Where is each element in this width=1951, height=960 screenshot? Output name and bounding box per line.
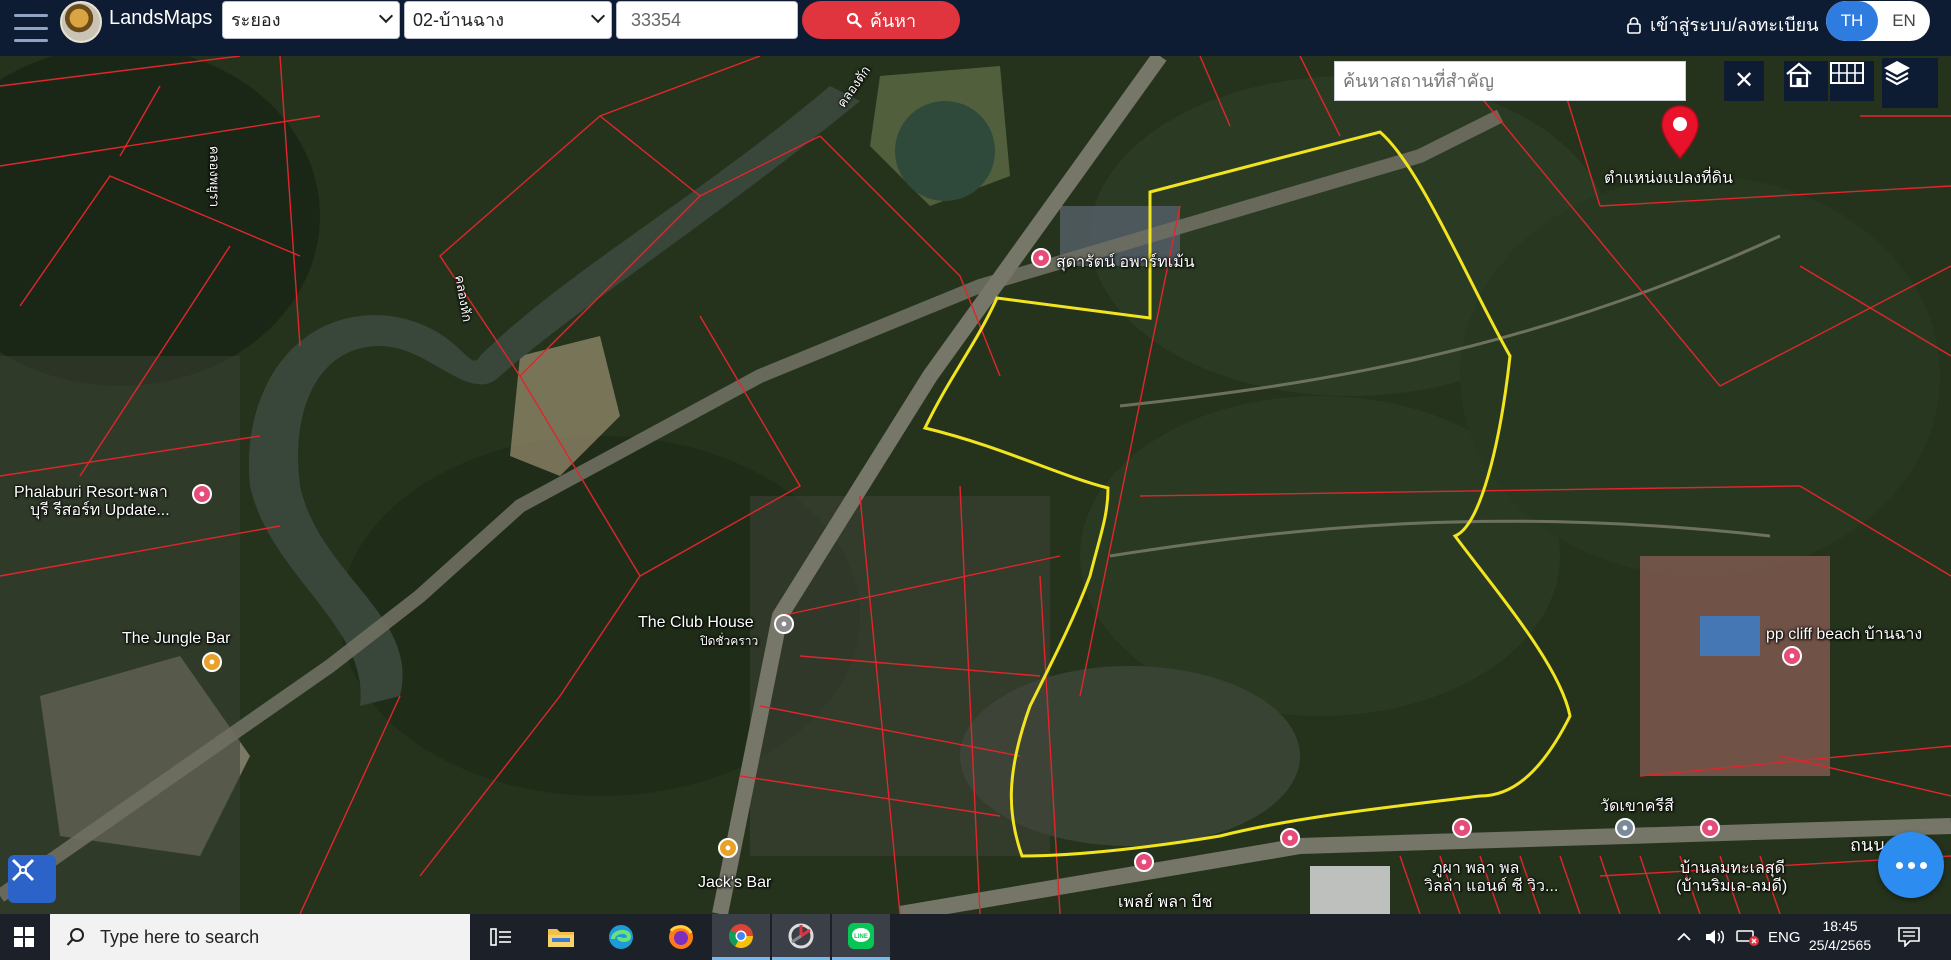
hotel-icon[interactable]: ● — [1134, 852, 1154, 872]
place-label: สุดารัตน์ อพาร์ทเม้น — [1056, 254, 1195, 271]
network-error-icon — [1736, 930, 1759, 946]
canal-label: คลองพยูรา — [207, 145, 223, 208]
start-button[interactable] — [0, 914, 48, 960]
line-icon: LINE — [848, 922, 874, 949]
edge-button[interactable] — [592, 914, 650, 960]
taskbar-clock[interactable]: 18:45 25/4/2565 — [1800, 917, 1880, 955]
place-label: pp cliff beach บ้านฉาง — [1766, 626, 1923, 643]
chevron-down-icon — [590, 8, 606, 24]
place-label: บุรี รีสอร์ท Update... — [30, 502, 170, 519]
search-icon — [846, 12, 862, 28]
folder-icon — [548, 929, 574, 947]
place-sublabel: ปิดชั่วคราว — [700, 634, 759, 648]
lang-en-button[interactable]: EN — [1878, 1, 1930, 41]
map-marker-icon[interactable] — [1660, 104, 1700, 160]
file-explorer-button[interactable] — [532, 914, 590, 960]
ruler-icon — [11, 858, 35, 882]
satellite-map[interactable]: คลองหัก คลองพยูรา คลองตัก ● สุดารัตน์ อพ… — [0, 56, 1951, 914]
hotel-icon[interactable]: ● — [1782, 646, 1802, 666]
firefox-button[interactable] — [652, 914, 710, 960]
close-icon[interactable]: ✕ — [1724, 61, 1764, 101]
chevron-up-icon — [1677, 932, 1691, 941]
login-link[interactable]: เข้าสู่ระบบ/ลงทะเบียน — [1626, 10, 1819, 39]
landsmaps-app: { "header": { "brand": "LandsMaps", "pro… — [0, 0, 1951, 960]
place-search-input[interactable]: ค้นหาสถานที่สำคัญ — [1334, 61, 1686, 101]
layers-button[interactable] — [1882, 58, 1938, 108]
top-header: LandsMaps ระยอง 02-บ้านฉาง 33354 ค้นหา เ… — [0, 0, 1951, 56]
grid-button[interactable] — [1830, 61, 1874, 101]
place-label: เพลย์ พลา บีช — [1118, 894, 1213, 911]
hotel-icon[interactable]: ● — [1280, 828, 1300, 848]
bar-icon[interactable]: ● — [202, 652, 222, 672]
volume-control[interactable] — [1704, 914, 1726, 960]
hotel-icon[interactable]: ● — [1700, 818, 1720, 838]
grid-icon — [1830, 62, 1864, 84]
search-button-label: ค้นหา — [869, 10, 917, 31]
resort-building — [1640, 556, 1830, 776]
temple-icon[interactable]: ● — [1615, 818, 1635, 838]
district-value: 02-บ้านฉาง — [413, 10, 505, 30]
brand-name: LandsMaps — [109, 7, 213, 29]
pond — [895, 101, 995, 201]
place-label: Jack's Bar — [698, 874, 772, 891]
chrome-icon — [728, 923, 753, 948]
place-label: (บ้านริมเล-ลมดี) — [1676, 878, 1788, 895]
task-view-button[interactable] — [472, 914, 530, 960]
recorder-app-button[interactable] — [772, 914, 830, 960]
taskbar-search[interactable]: Type here to search — [50, 914, 470, 960]
svg-text:LINE: LINE — [854, 934, 868, 940]
edge-icon — [609, 925, 633, 949]
hotel-icon[interactable]: ● — [1031, 248, 1051, 268]
language-toggle: TH EN — [1826, 1, 1930, 41]
windows-icon — [14, 927, 34, 947]
taskbar-search-placeholder: Type here to search — [100, 926, 260, 947]
chrome-button[interactable] — [712, 914, 770, 960]
resort-icon[interactable]: ● — [192, 484, 212, 504]
firefox-icon — [669, 925, 693, 949]
notification-icon — [1898, 927, 1920, 947]
menu-icon[interactable] — [14, 14, 48, 42]
input-language[interactable]: ENG — [1768, 914, 1801, 960]
home-icon — [1786, 62, 1812, 88]
login-label: เข้าสู่ระบบ/ลงทะเบียน — [1650, 15, 1819, 35]
aperture-icon — [788, 923, 814, 948]
province-select[interactable]: ระยอง — [222, 1, 400, 39]
task-view-icon — [490, 928, 511, 946]
search-button[interactable]: ค้นหา — [802, 1, 960, 39]
parcel-marker-label: ตำแหน่งแปลงที่ดิน — [1604, 170, 1733, 187]
lock-icon — [1627, 16, 1641, 34]
place-label: วิลล่า แอนด์ ซี วิว... — [1424, 878, 1559, 895]
place-label: The Club House — [638, 614, 754, 631]
place-label: วัดเขาครีสี — [1600, 798, 1674, 815]
district-select[interactable]: 02-บ้านฉาง — [404, 1, 612, 39]
landsmaps-logo — [60, 1, 102, 43]
golf-icon[interactable]: ● — [774, 614, 794, 634]
lang-th-button[interactable]: TH — [1826, 1, 1878, 41]
line-app-button[interactable]: LINE — [832, 914, 890, 960]
measure-tool-button[interactable] — [8, 855, 56, 903]
parcel-number-input[interactable]: 33354 — [616, 1, 798, 39]
layers-icon — [1884, 61, 1910, 86]
clock-time: 18:45 — [1822, 918, 1858, 934]
place-label: The Jungle Bar — [122, 630, 231, 647]
show-hidden-icons[interactable] — [1676, 914, 1692, 960]
chevron-down-icon — [378, 8, 394, 24]
notifications-button[interactable] — [1898, 914, 1920, 960]
network-status[interactable] — [1736, 914, 1760, 960]
search-icon — [66, 928, 84, 946]
province-value: ระยอง — [231, 10, 281, 30]
clock-date: 25/4/2565 — [1808, 937, 1872, 953]
more-options-button[interactable] — [1878, 832, 1944, 898]
home-button[interactable] — [1784, 61, 1828, 101]
bar-icon[interactable]: ● — [718, 838, 738, 858]
speaker-icon — [1706, 930, 1724, 944]
hotel-icon[interactable]: ● — [1452, 818, 1472, 838]
windows-taskbar: Type here to search LINE ENG 18:45 25/4/… — [0, 914, 1951, 960]
